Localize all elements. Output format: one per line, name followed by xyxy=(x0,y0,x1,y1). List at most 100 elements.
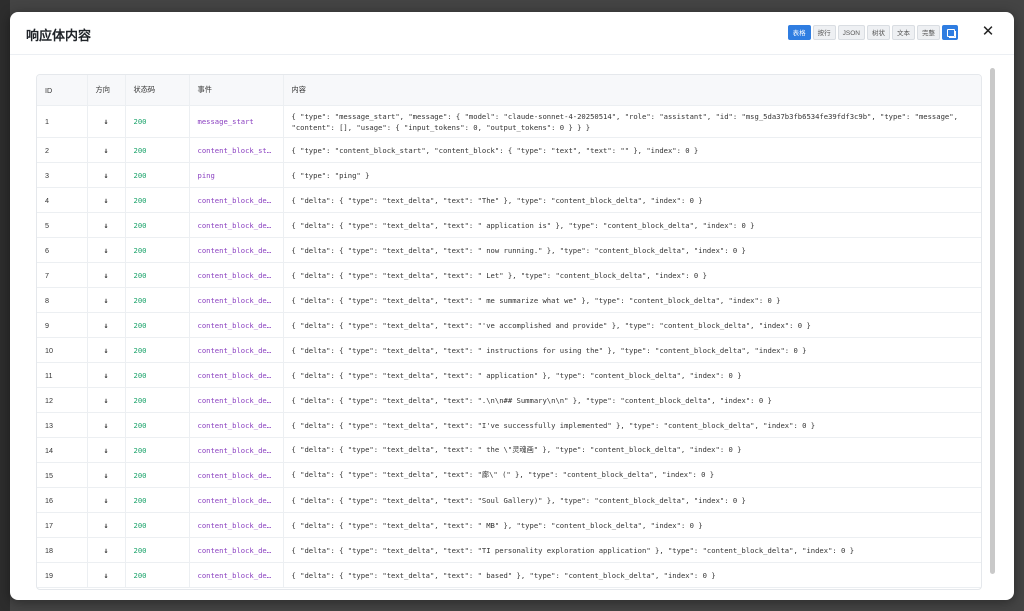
direction-icon: ↓ xyxy=(87,337,126,363)
table-row[interactable]: 11 ↓ 200 content_block_delta{ "delta": { "t… xyxy=(37,362,981,388)
cell-event: content_block_delta xyxy=(189,437,284,463)
view-full-button[interactable]: 完整 xyxy=(917,25,940,40)
cell-event: content_block_delta xyxy=(189,462,284,488)
modal-scrollbar-thumb[interactable] xyxy=(990,68,995,574)
direction-icon: ↓ xyxy=(87,312,126,338)
column-header-id[interactable]: ID xyxy=(37,75,88,106)
cell-event: message_start xyxy=(189,105,284,138)
column-header-direction[interactable]: 方向 xyxy=(87,75,126,106)
modal-scrollbar[interactable] xyxy=(988,68,997,594)
cell-id: 14 xyxy=(37,437,88,463)
table-row[interactable]: 15 ↓ 200 content_block_delta{ "delta": { "t… xyxy=(37,462,981,488)
table-row[interactable]: 8 ↓ 200 content_block_delta{ "delta": { "ty… xyxy=(37,287,981,313)
direction-icon: ↓ xyxy=(87,287,126,313)
table-row[interactable]: 12 ↓ 200 content_block_delta{ "delta": { "t… xyxy=(37,387,981,413)
cell-id: 8 xyxy=(37,287,88,313)
direction-icon: ↓ xyxy=(87,487,126,513)
table-row[interactable]: 19 ↓ 200 content_block_delta{ "delta": { "t… xyxy=(37,562,981,588)
table-row[interactable]: 2 ↓ 200 content_block_start{ "type": "conte… xyxy=(37,137,981,163)
cell-content: { "delta": { "type": "text_delta", "text… xyxy=(283,387,981,413)
cell-id: 6 xyxy=(37,237,88,263)
cell-status: 200 xyxy=(125,512,190,538)
cell-status: 200 xyxy=(125,312,190,338)
direction-icon: ↓ xyxy=(87,462,126,488)
table-header-row: ID 方向 状态码 事件 内容 xyxy=(37,75,981,106)
direction-icon: ↓ xyxy=(87,512,126,538)
cell-id: 12 xyxy=(37,387,88,413)
cell-content: { "delta": { "type": "text_delta", "text… xyxy=(283,437,981,463)
table-row[interactable]: 4 ↓ 200 content_block_delta{ "delta": { "ty… xyxy=(37,187,981,213)
response-body-modal: 响应体内容 表格 按行 JSON 树状 文本 完整 ✕ ID 方向 状态码 事件… xyxy=(10,12,1014,600)
cell-event: content_block_delta xyxy=(189,537,284,563)
table-row[interactable]: 17 ↓ 200 content_block_delta{ "delta": { "t… xyxy=(37,512,981,538)
cell-status: 200 xyxy=(125,137,190,163)
table-row[interactable]: 3 ↓ 200 ping{ "type": "ping" } xyxy=(37,162,981,188)
cell-content: { "type": "ping" } xyxy=(283,162,981,188)
view-mode-toolbar: 表格 按行 JSON 树状 文本 完整 xyxy=(787,25,958,40)
cell-status: 200 xyxy=(125,462,190,488)
cell-status: 200 xyxy=(125,187,190,213)
column-header-status[interactable]: 状态码 xyxy=(125,75,190,106)
cell-content: { "delta": { "type": "text_delta", "text… xyxy=(283,487,981,513)
table-row[interactable]: 5 ↓ 200 content_block_delta{ "delta": { "ty… xyxy=(37,212,981,238)
direction-icon: ↓ xyxy=(87,412,126,438)
cell-status: 200 xyxy=(125,262,190,288)
table-row[interactable]: 13 ↓ 200 content_block_delta{ "delta": { "t… xyxy=(37,412,981,438)
table-row[interactable]: 7 ↓ 200 content_block_delta{ "delta": { "ty… xyxy=(37,262,981,288)
direction-icon: ↓ xyxy=(87,362,126,388)
cell-id: 16 xyxy=(37,487,88,513)
cell-id: 1 xyxy=(37,105,88,138)
cell-event: content_block_start xyxy=(189,137,284,163)
table-row[interactable]: 6 ↓ 200 content_block_delta{ "delta": { "ty… xyxy=(37,237,981,263)
direction-icon: ↓ xyxy=(87,237,126,263)
cell-status: 200 xyxy=(125,387,190,413)
table-row[interactable]: 9 ↓ 200 content_block_delta{ "delta": { "ty… xyxy=(37,312,981,338)
direction-icon: ↓ xyxy=(87,262,126,288)
cell-id: 11 xyxy=(37,362,88,388)
table-row[interactable]: 16 ↓ 200 content_block_delta{ "delta": { "t… xyxy=(37,487,981,513)
events-table-container[interactable]: ID 方向 状态码 事件 内容 1 ↓ 200 message_start{ "typ… xyxy=(36,74,982,590)
view-tree-button[interactable]: 树状 xyxy=(867,25,890,40)
close-icon[interactable]: ✕ xyxy=(980,24,996,40)
cell-content: { "delta": { "type": "text_delta", "text… xyxy=(283,262,981,288)
view-json-button[interactable]: JSON xyxy=(837,25,865,40)
view-table-button[interactable]: 表格 xyxy=(787,25,811,40)
direction-icon: ↓ xyxy=(87,562,126,588)
cell-id: 18 xyxy=(37,537,88,563)
cell-id: 13 xyxy=(37,412,88,438)
direction-icon: ↓ xyxy=(87,187,126,213)
cell-content: { "delta": { "type": "text_delta", "text… xyxy=(283,187,981,213)
events-table: ID 方向 状态码 事件 内容 1 ↓ 200 message_start{ "typ… xyxy=(37,75,981,588)
cell-status: 200 xyxy=(125,162,190,188)
table-row[interactable]: 18 ↓ 200 content_block_delta{ "delta": { "t… xyxy=(37,537,981,563)
cell-id: 2 xyxy=(37,137,88,163)
cell-status: 200 xyxy=(125,437,190,463)
cell-status: 200 xyxy=(125,537,190,563)
cell-event: content_block_delta xyxy=(189,362,284,388)
cell-status: 200 xyxy=(125,212,190,238)
cell-id: 4 xyxy=(37,187,88,213)
view-text-button[interactable]: 文本 xyxy=(892,25,915,40)
direction-icon: ↓ xyxy=(87,162,126,188)
cell-event: content_block_delta xyxy=(189,337,284,363)
column-header-content[interactable]: 内容 xyxy=(283,75,981,106)
cell-status: 200 xyxy=(125,562,190,588)
direction-icon: ↓ xyxy=(87,105,126,138)
cell-status: 200 xyxy=(125,412,190,438)
cell-status: 200 xyxy=(125,337,190,363)
cell-id: 3 xyxy=(37,162,88,188)
table-row[interactable]: 1 ↓ 200 message_start{ "type": "message_sta… xyxy=(37,105,981,138)
table-row[interactable]: 10 ↓ 200 content_block_delta{ "delta": { "t… xyxy=(37,337,981,363)
cell-event: content_block_delta xyxy=(189,287,284,313)
copy-icon[interactable] xyxy=(942,25,958,40)
table-row[interactable]: 14 ↓ 200 content_block_delta{ "delta": { "t… xyxy=(37,437,981,463)
cell-status: 200 xyxy=(125,362,190,388)
column-header-event[interactable]: 事件 xyxy=(189,75,284,106)
cell-event: content_block_delta xyxy=(189,312,284,338)
cell-event: content_block_delta xyxy=(189,387,284,413)
direction-icon: ↓ xyxy=(87,387,126,413)
cell-content: { "delta": { "type": "text_delta", "text… xyxy=(283,337,981,363)
cell-content: { "delta": { "type": "text_delta", "text… xyxy=(283,362,981,388)
view-row-button[interactable]: 按行 xyxy=(812,25,836,40)
cell-content: { "type": "message_start", "message": { … xyxy=(283,105,981,138)
